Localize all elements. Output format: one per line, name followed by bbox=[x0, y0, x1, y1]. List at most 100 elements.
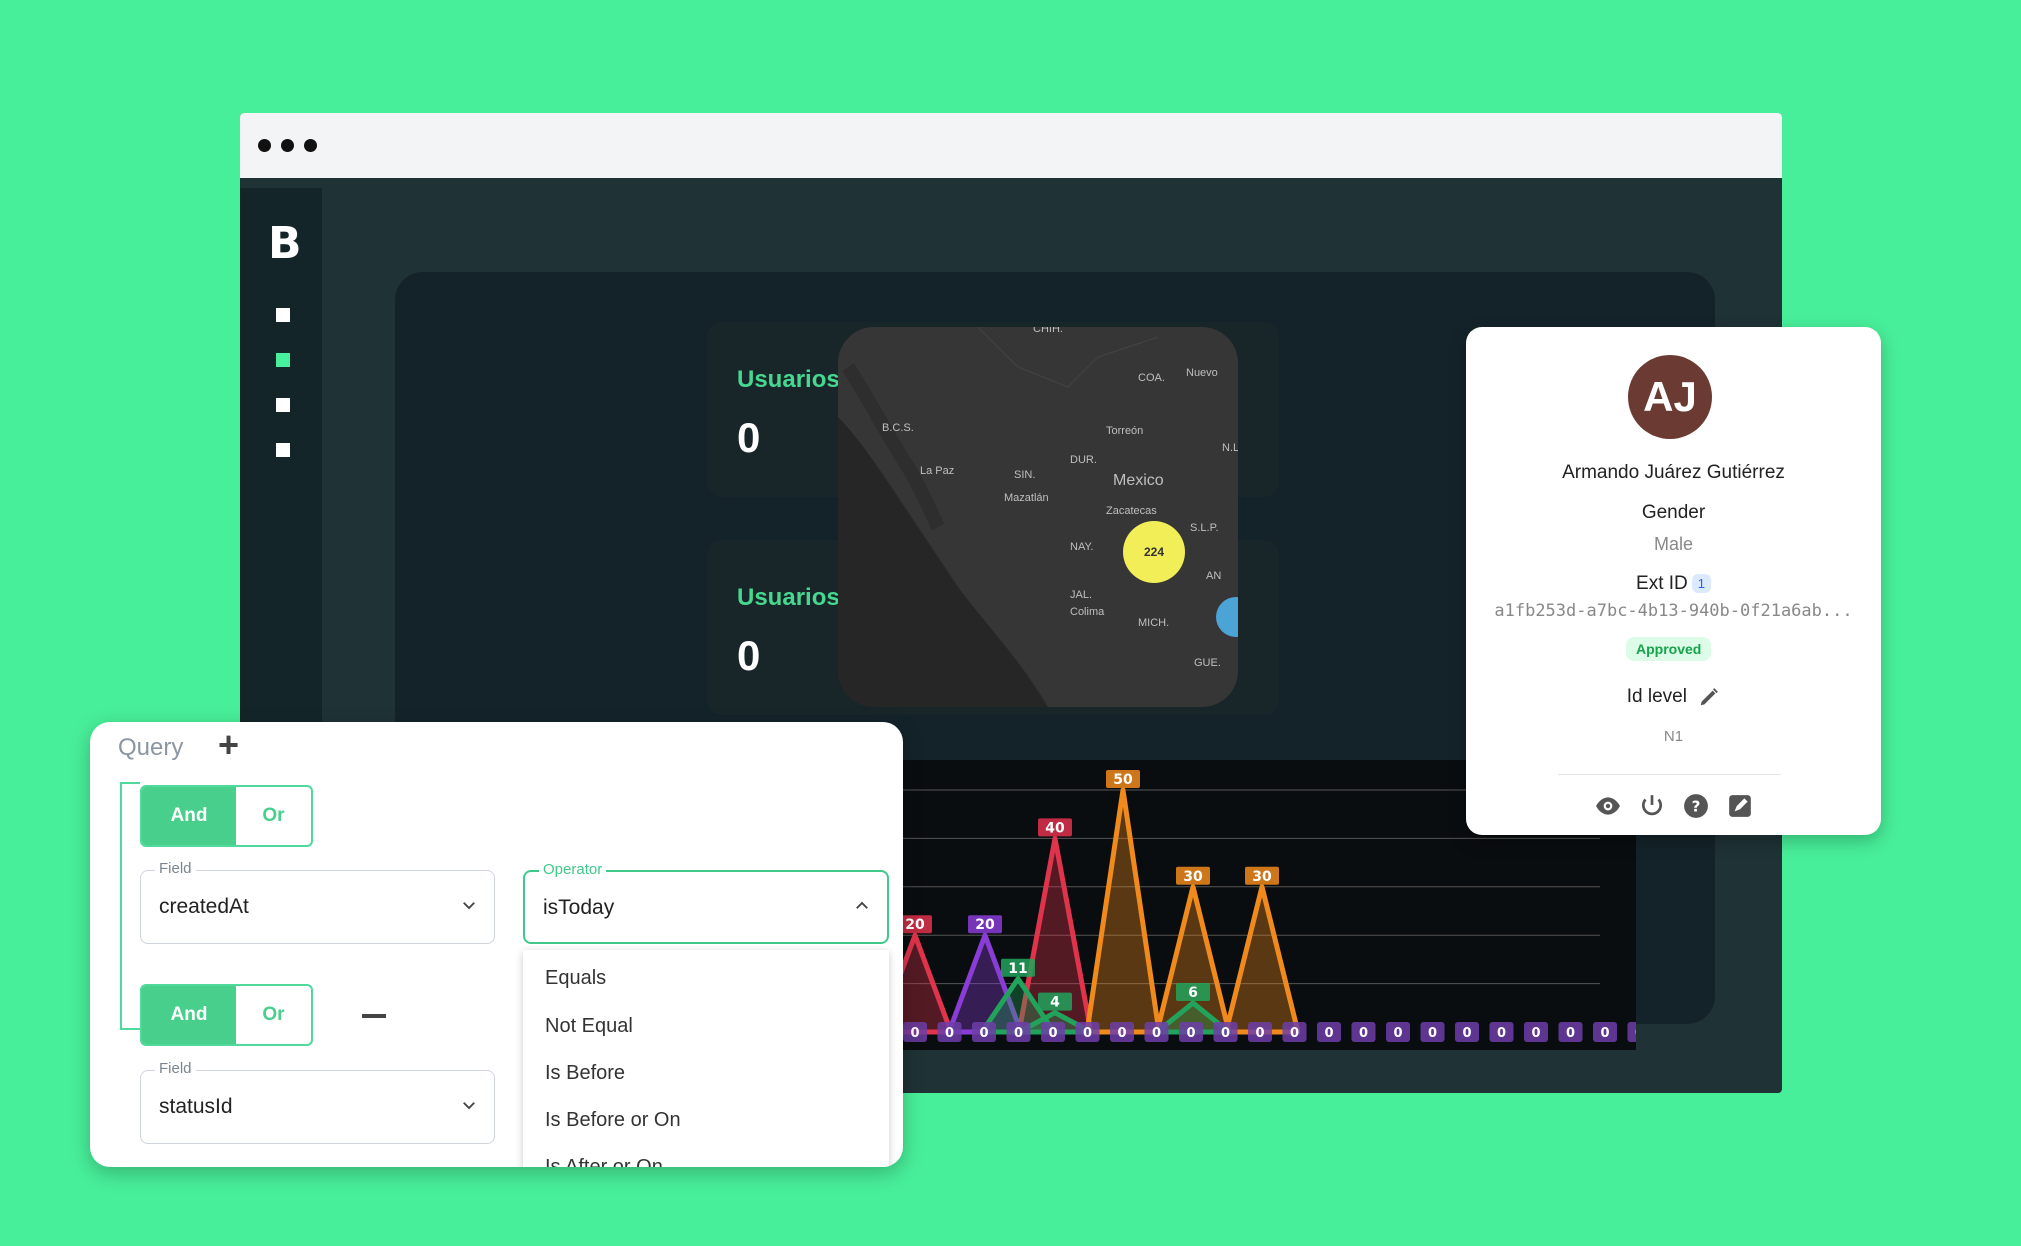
data-label: 20 bbox=[905, 917, 925, 933]
zero-label: 0 bbox=[1531, 1026, 1540, 1041]
field-label: Field bbox=[155, 860, 196, 877]
chevron-up-icon[interactable] bbox=[853, 897, 871, 915]
map-label: Colima bbox=[1070, 606, 1105, 618]
combinator-toggle: And Or bbox=[140, 785, 313, 847]
map-label: Mazatlán bbox=[1004, 492, 1049, 504]
browser-chrome bbox=[240, 113, 1782, 178]
data-label: 50 bbox=[1113, 772, 1133, 788]
dropdown-option[interactable]: Equals bbox=[545, 967, 606, 990]
zero-label: 0 bbox=[945, 1026, 954, 1041]
zero-label: 0 bbox=[1048, 1026, 1057, 1041]
field-value: createdAt bbox=[159, 895, 249, 918]
dropdown-option[interactable]: Not Equal bbox=[545, 1015, 633, 1038]
map-label: Mexico bbox=[1113, 472, 1164, 489]
card-value: 0 bbox=[737, 414, 761, 461]
zero-label: 0 bbox=[1186, 1026, 1195, 1041]
field-select[interactable]: Field createdAt bbox=[140, 860, 495, 944]
avatar[interactable]: AJ bbox=[1628, 355, 1712, 439]
map-label: GUE. bbox=[1194, 657, 1221, 669]
pencil-icon[interactable] bbox=[1698, 686, 1720, 708]
series-peak[interactable] bbox=[1084, 787, 1162, 1035]
series-peak[interactable] bbox=[1223, 884, 1301, 1035]
or-button[interactable]: Or bbox=[236, 787, 311, 845]
data-label: 30 bbox=[1183, 869, 1203, 885]
field-value: statusId bbox=[159, 1095, 233, 1118]
zero-label: 0 bbox=[1497, 1026, 1506, 1041]
map-label: COA. bbox=[1138, 372, 1165, 384]
add-rule-button[interactable]: + bbox=[218, 724, 239, 766]
or-button[interactable]: Or bbox=[236, 986, 311, 1044]
zero-label: 0 bbox=[1635, 1026, 1636, 1041]
dropdown-option[interactable]: Is Before or On bbox=[545, 1109, 681, 1132]
data-label: 20 bbox=[975, 917, 995, 933]
gender-value: Male bbox=[1653, 534, 1693, 554]
zero-label: 0 bbox=[1393, 1026, 1402, 1041]
map-view[interactable]: CHIH. COA. Nuevo B.C.S. Torreón N.L. La … bbox=[838, 327, 1238, 707]
ext-id-label-row: Ext ID 1 bbox=[1466, 573, 1881, 595]
id-level-row: Id level bbox=[1466, 686, 1881, 708]
remove-rule-button[interactable] bbox=[362, 1014, 386, 1018]
map-label: S.L.P. bbox=[1190, 522, 1219, 534]
id-level-value: N1 bbox=[1663, 728, 1684, 745]
map-label: CHIH. bbox=[1033, 327, 1063, 335]
and-button[interactable]: And bbox=[142, 787, 236, 845]
eye-icon[interactable] bbox=[1595, 793, 1621, 819]
id-level-label: Id level bbox=[1626, 686, 1687, 708]
gender-label: Gender bbox=[1641, 502, 1706, 523]
window-dot[interactable] bbox=[258, 139, 271, 152]
map-label: La Paz bbox=[920, 465, 955, 477]
operator-value: isToday bbox=[543, 896, 615, 919]
zero-label: 0 bbox=[1083, 1026, 1092, 1041]
zero-label: 0 bbox=[1221, 1026, 1230, 1041]
map-label: AN bbox=[1206, 570, 1222, 582]
chevron-down-icon[interactable] bbox=[460, 1096, 478, 1114]
zero-label: 0 bbox=[1152, 1026, 1161, 1041]
divider bbox=[1558, 774, 1781, 775]
zero-label: 0 bbox=[1359, 1026, 1368, 1041]
profile-actions: ? bbox=[1466, 793, 1881, 819]
profile-name: Armando Juárez Gutiérrez bbox=[1562, 462, 1785, 483]
zero-label: 0 bbox=[1290, 1026, 1299, 1041]
svg-text:?: ? bbox=[1691, 797, 1700, 815]
zero-label: 0 bbox=[1014, 1026, 1023, 1041]
map-label: JAL. bbox=[1070, 589, 1093, 601]
dropdown-option[interactable]: Is After or On bbox=[545, 1156, 663, 1167]
chevron-down-icon[interactable] bbox=[460, 896, 478, 914]
app-logo[interactable]: B bbox=[268, 218, 302, 269]
data-label: 6 bbox=[1188, 985, 1198, 1001]
zero-label: 0 bbox=[1600, 1026, 1609, 1041]
window-dot[interactable] bbox=[304, 139, 317, 152]
data-label: 40 bbox=[1045, 820, 1065, 836]
ext-id-label: Ext ID bbox=[1636, 573, 1688, 594]
map-label: NAY. bbox=[1070, 541, 1094, 553]
operator-select[interactable]: Operator isToday bbox=[523, 861, 889, 944]
zero-label: 0 bbox=[1117, 1026, 1126, 1041]
edit-square-icon[interactable] bbox=[1727, 793, 1753, 819]
sidebar-item-4[interactable] bbox=[276, 443, 290, 457]
help-icon[interactable]: ? bbox=[1683, 793, 1709, 819]
map-cluster-marker[interactable]: 224 bbox=[1123, 521, 1185, 583]
zero-label: 0 bbox=[910, 1026, 919, 1041]
dropdown-option[interactable]: Is Before bbox=[545, 1062, 625, 1085]
zero-label: 0 bbox=[979, 1026, 988, 1041]
combinator-toggle: And Or bbox=[140, 984, 313, 1046]
map-label: MICH. bbox=[1138, 617, 1170, 629]
power-icon[interactable] bbox=[1639, 793, 1665, 819]
operator-label: Operator bbox=[539, 861, 607, 878]
data-label: 11 bbox=[1008, 961, 1027, 977]
profile-card: AJ Armando Juárez Gutiérrez Gender Male … bbox=[1466, 327, 1881, 835]
field-select[interactable]: Field statusId bbox=[140, 1060, 495, 1144]
map-label: Nuevo bbox=[1186, 367, 1218, 379]
map-label: SIN. bbox=[1014, 469, 1036, 481]
data-label: 4 bbox=[1050, 995, 1060, 1011]
sidebar-item-1[interactable] bbox=[276, 308, 290, 322]
and-button[interactable]: And bbox=[142, 986, 236, 1044]
zero-label: 0 bbox=[1566, 1026, 1575, 1041]
window-dot[interactable] bbox=[281, 139, 294, 152]
map-label: N.L. bbox=[1222, 442, 1238, 454]
sidebar-item-3[interactable] bbox=[276, 398, 290, 412]
field-label: Field bbox=[155, 1060, 196, 1077]
ext-id-count-badge[interactable]: 1 bbox=[1691, 574, 1711, 594]
sidebar-item-2-active[interactable] bbox=[276, 353, 290, 367]
data-label: 30 bbox=[1252, 869, 1272, 885]
